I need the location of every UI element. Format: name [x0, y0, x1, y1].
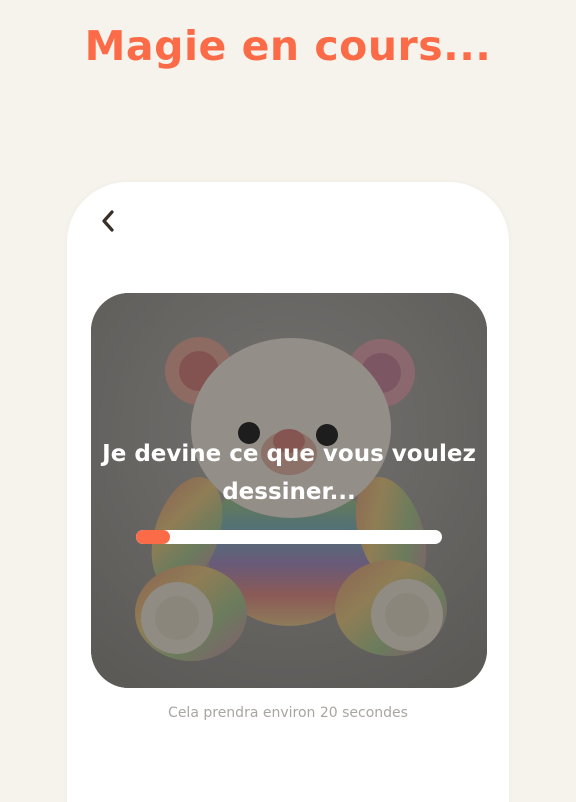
loading-message: Je devine ce que vous voulez dessiner...: [102, 441, 476, 505]
progress-bar-fill: [136, 530, 170, 544]
headline: Magie en cours...: [84, 22, 492, 70]
progress-bar: [136, 530, 442, 544]
duration-hint: Cela prendra environ 20 secondes: [168, 705, 408, 721]
back-button[interactable]: [93, 206, 123, 236]
phone-screen: Je devine ce que vous voulez dessiner...…: [67, 182, 509, 802]
teddy-bear-image: Je devine ce que vous voulez dessiner...: [91, 293, 487, 688]
chevron-left-icon: [102, 210, 114, 232]
